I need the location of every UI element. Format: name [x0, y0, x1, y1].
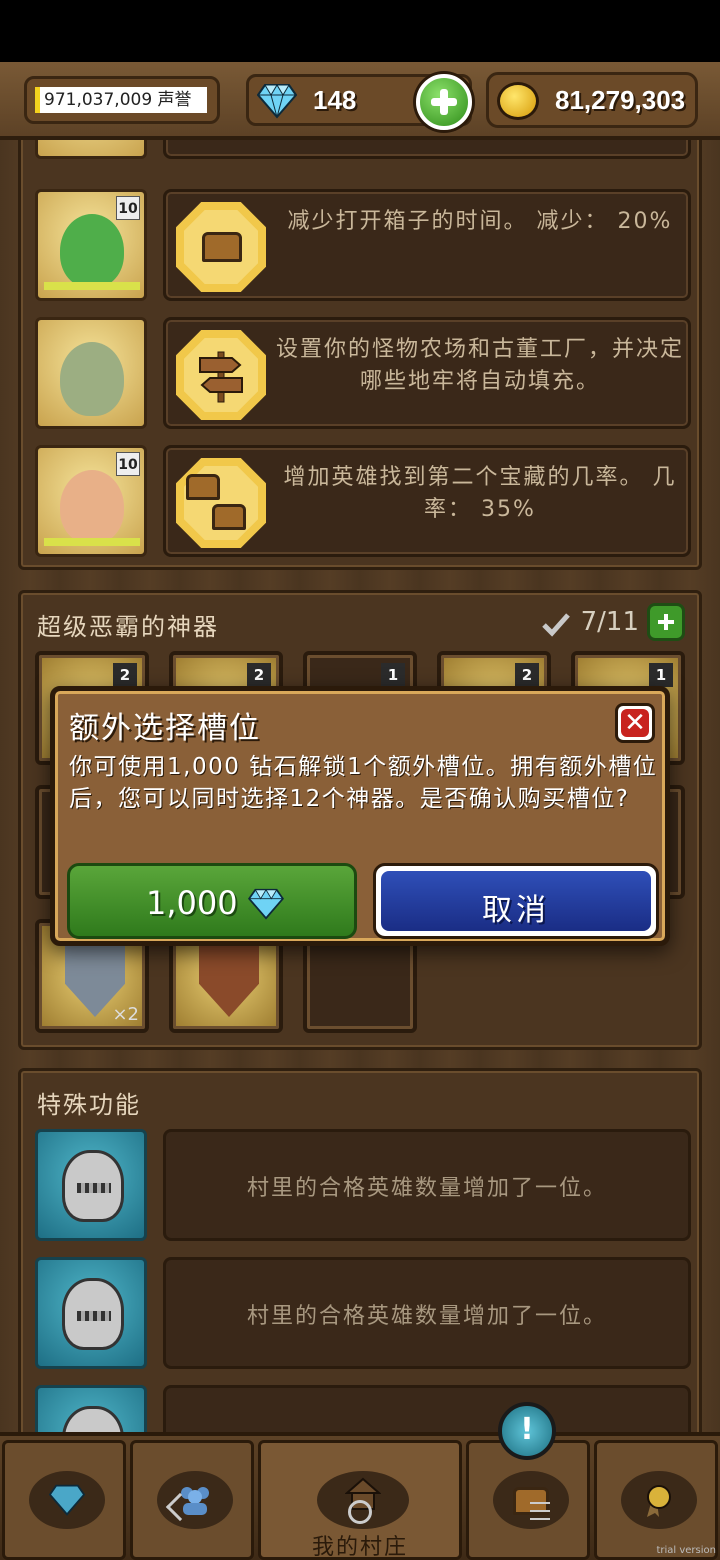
gold-box: 81,279,303 [486, 72, 698, 128]
system-recents-icon[interactable] [530, 1502, 550, 1520]
hero-row: 设置你的怪物农场和古董工厂，并决定哪些地牢将自动填充。 [35, 317, 691, 429]
feature-row: 村里的合格英雄数量增加了一位。 [35, 1129, 691, 1241]
artifact-count: 2 [247, 663, 271, 687]
buy-slot-button[interactable]: 1,000 [67, 863, 357, 939]
feature-card: 村里的合格英雄数量增加了一位。 [163, 1129, 691, 1241]
feature-row: 村里的合格英雄数量增加了一位。 [35, 1257, 691, 1369]
artifacts-title: 超级恶霸的神器 [37, 613, 219, 641]
hero-face [60, 342, 124, 416]
close-dialog-button[interactable]: ✕ [615, 703, 655, 743]
special-features-panel: 特殊功能 村里的合格英雄数量增加了一位。 村里的合格英雄数量增加了一位。 村里的… [18, 1068, 702, 1497]
reputation-value: 971,037,009 声誉 [35, 87, 207, 113]
tab-achievements[interactable] [594, 1440, 718, 1560]
hero-level: 10 [116, 452, 140, 476]
ability-text: 减少打开箱子的时间。 减少： 20% [287, 209, 673, 234]
tab-shop[interactable] [2, 1440, 126, 1560]
artifact-count: 1 [381, 663, 405, 687]
cancel-label: 取消 [482, 893, 550, 928]
feature-portrait [35, 1257, 147, 1369]
trial-watermark: trial version [656, 1545, 716, 1556]
artifact-multiplier: ×2 [112, 1004, 139, 1025]
dialog-message: 你可使用1,000 钻石解锁1个额外槽位。拥有额外槽位后，您可以同时选择12个神… [69, 754, 658, 812]
cancel-button-face: 取消 [381, 871, 651, 931]
artifact-count: 2 [113, 663, 137, 687]
ability-icon-frame [176, 458, 266, 548]
ability-card: 设置你的怪物农场和古董工厂，并决定哪些地牢将自动填充。 [163, 317, 691, 429]
extra-slot-dialog: 额外选择槽位 ✕ 你可使用1,000 钻石解锁1个额外槽位。拥有额外槽位后，您可… [50, 686, 670, 946]
status-area [0, 0, 720, 62]
chest-icon [202, 232, 242, 262]
knight-helmet-icon [62, 1278, 124, 1350]
gold-count: 81,279,303 [555, 85, 686, 115]
currency-bar: 971,037,009 声誉 148 81,279,303 [0, 60, 720, 140]
signpost-icon [199, 351, 243, 403]
tab-my-village-label: 我的村庄 [311, 1535, 408, 1560]
feature-text: 村里的合格英雄数量增加了一位。 [246, 1176, 607, 1201]
close-icon: ✕ [624, 708, 646, 738]
hero-xp-bar [44, 538, 140, 546]
game-screen: 971,037,009 声誉 148 81,279,303 10 减少打开箱子的… [0, 0, 720, 1560]
chest-icon [212, 504, 246, 530]
hero-portrait[interactable]: 10 [35, 445, 147, 557]
feature-portrait [35, 1129, 147, 1241]
reputation-box: 971,037,009 声誉 [24, 76, 220, 124]
features-title: 特殊功能 [37, 1091, 141, 1119]
ability-text: 设置你的怪物农场和古董工厂，并决定哪些地牢将自动填充。 [276, 337, 685, 394]
alert-icon: ! [520, 1412, 534, 1447]
bottom-navigation: 我的村庄 [0, 1432, 720, 1560]
gold-coin-icon [497, 82, 539, 120]
buy-price-label: 1,000 [146, 884, 238, 922]
hero-portrait[interactable] [35, 317, 147, 429]
chest-icon [186, 474, 220, 500]
add-artifact-slot-button[interactable] [647, 603, 685, 641]
hero-level: 10 [116, 196, 140, 220]
tab-heroes[interactable] [130, 1440, 254, 1560]
artifact-count: 2 [515, 663, 539, 687]
artifact-count: 1 [649, 663, 673, 687]
diamond-icon [248, 888, 284, 920]
ability-card: 增加英雄找到第二个宝藏的几率。 几率： 35% [163, 445, 691, 557]
hero-abilities-panel: 10 减少打开箱子的时间。 减少： 20% 设置你的怪物农场和古董工厂，并决定哪… [18, 89, 702, 570]
alert-notification-button[interactable]: ! [498, 1402, 556, 1460]
add-gems-button[interactable] [416, 74, 472, 130]
hero-row: 10 减少打开箱子的时间。 减少： 20% [35, 189, 691, 301]
medal-icon [647, 1485, 671, 1517]
hero-face [60, 214, 124, 288]
hero-face [60, 470, 124, 544]
hero-portrait[interactable]: 10 [35, 189, 147, 301]
feature-card: 村里的合格英雄数量增加了一位。 [163, 1257, 691, 1369]
hero-row: 10 增加英雄找到第二个宝藏的几率。 几率： 35% [35, 445, 691, 557]
dialog-title: 额外选择槽位 [69, 711, 261, 746]
knight-helmet-icon [62, 1150, 124, 1222]
diamond-icon [257, 84, 297, 119]
feature-text: 村里的合格英雄数量增加了一位。 [246, 1304, 607, 1329]
gem-count: 148 [313, 85, 357, 115]
ability-card: 减少打开箱子的时间。 减少： 20% [163, 189, 691, 301]
shield-icon [199, 943, 259, 1017]
cancel-button[interactable]: 取消 [373, 863, 659, 939]
artifact-slots-count: 7/11 [580, 607, 639, 637]
ability-text: 增加英雄找到第二个宝藏的几率。 几率： 35% [283, 465, 677, 522]
system-home-icon[interactable] [348, 1500, 372, 1524]
diamond-icon [49, 1484, 85, 1516]
checkmark-icon [542, 613, 570, 637]
hero-xp-bar [44, 282, 140, 290]
